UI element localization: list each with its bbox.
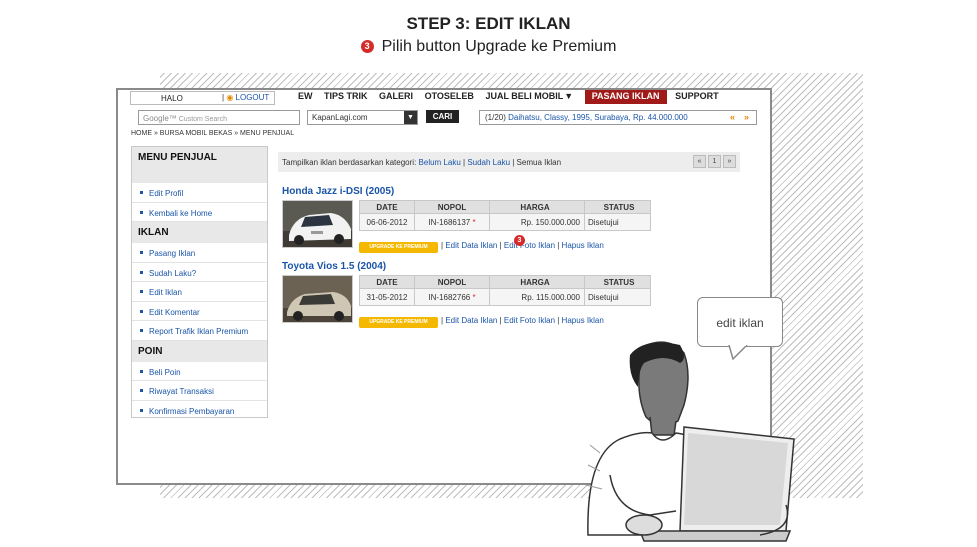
sidebar-item-konfirmasi-pembayaran[interactable]: Konfirmasi Pembayaran — [132, 401, 267, 421]
bullet-icon — [140, 309, 143, 313]
nav-item-galeri[interactable]: GALERI — [379, 91, 413, 101]
sidebar-item-edit-komentar[interactable]: Edit Komentar — [132, 302, 267, 321]
bullet-icon — [140, 251, 143, 254]
bullet-icon — [140, 369, 143, 373]
bullet-icon — [140, 270, 143, 274]
sidebar-heading-poin: POIN — [132, 340, 267, 362]
bullet-icon — [140, 290, 143, 293]
google-search-input[interactable]: Google™ Custom Search — [138, 110, 300, 125]
nav-item-pasang-iklan[interactable]: PASANG IKLAN — [584, 90, 667, 104]
sidebar-item-kembali-ke-home[interactable]: Kembali ke Home — [132, 203, 267, 222]
table-row: 31-05-2012 IN-1682766 * Rp. 115.000.000 … — [359, 288, 651, 306]
top-bar: HALO | ◉ LOGOUT EW TIPS TRIK GALERI OTOS… — [118, 90, 770, 106]
google-logo-icon: Google™ — [143, 114, 177, 123]
filter-semua-iklan[interactable]: Semua Iklan — [517, 158, 561, 167]
dropdown-arrow-icon: ▼ — [404, 111, 417, 124]
bullet-icon — [140, 389, 143, 392]
listing-table: DATE NOPOL HARGA STATUS 31-05-2012 IN-16… — [359, 275, 651, 306]
pager-page[interactable]: 1 — [708, 155, 721, 168]
sidebar-item-pasang-iklan[interactable]: Pasang Iklan — [132, 243, 267, 263]
car-photo-toyota-vios[interactable] — [282, 275, 353, 323]
listing-item: Toyota Vios 1.5 (2004) DATE NOPOL HARGA … — [282, 261, 682, 328]
site-select[interactable]: KapanLagi.com ▼ — [307, 110, 418, 125]
filter-bar: Tampilkan iklan berdasarkan kategori: Be… — [278, 152, 740, 172]
car-photo-honda-jazz[interactable] — [282, 200, 353, 248]
filter-belum-laku[interactable]: Belum Laku — [419, 158, 461, 167]
main-nav: EW TIPS TRIK GALERI OTOSELEB JUAL BELI M… — [298, 90, 728, 104]
step-instruction: 3 Pilih button Upgrade ke Premium — [0, 38, 977, 56]
edit-foto-iklan-link[interactable]: Edit Foto Iklan — [504, 316, 555, 325]
bullet-icon — [140, 191, 143, 194]
sidebar-item-riwayat-transaksi[interactable]: Riwayat Transaksi — [132, 381, 267, 401]
breadcrumb: HOME » BURSA MOBIL BEKAS » MENU PENJUAL — [131, 130, 295, 137]
search-button[interactable]: CARI — [426, 110, 459, 123]
table-row: 06-06-2012 IN-1686137 * Rp. 150.000.000 … — [359, 213, 651, 231]
bullet-icon — [140, 408, 143, 412]
bullet-icon — [140, 210, 143, 214]
nav-item-jual-beli-mobil[interactable]: JUAL BELI MOBIL▼ — [485, 91, 573, 101]
nav-item[interactable]: EW — [298, 91, 313, 101]
edit-data-iklan-link[interactable]: Edit Data Iklan — [445, 241, 497, 250]
sidebar-heading-menu-penjual: MENU PENJUAL — [132, 147, 267, 183]
listing-table: DATE NOPOL HARGA STATUS 06-06-2012 IN-16… — [359, 200, 651, 231]
edit-foto-iklan-link[interactable]: Edit Foto Iklan — [504, 241, 555, 250]
upgrade-premium-button[interactable]: UPGRADE KE PREMIUM — [359, 317, 438, 328]
logout-link[interactable]: | ◉ LOGOUT — [222, 93, 269, 102]
sidebar-item-edit-profil[interactable]: Edit Profil — [132, 183, 267, 203]
logout-icon: ◉ — [226, 93, 234, 102]
person-with-laptop-illustration — [585, 341, 795, 542]
nav-item-tips-trik[interactable]: TIPS TRIK — [324, 91, 368, 101]
bullet-icon — [140, 329, 143, 332]
upgrade-premium-button[interactable]: UPGRADE KE PREMIUM — [359, 242, 438, 253]
listing-title[interactable]: Toyota Vios 1.5 (2004) — [282, 261, 682, 272]
prev-arrow-icon[interactable]: « — [730, 112, 735, 122]
filter-sudah-laku[interactable]: Sudah Laku — [467, 158, 510, 167]
sidebar-item-beli-poin[interactable]: Beli Poin — [132, 362, 267, 381]
sidebar-item-sudah-laku[interactable]: Sudah Laku? — [132, 263, 267, 282]
edit-data-iklan-link[interactable]: Edit Data Iklan — [445, 316, 497, 325]
step-marker-badge: 3 — [514, 235, 525, 246]
listing-item: Honda Jazz i-DSI (2005) DATE NOPOL HARGA… — [282, 186, 682, 253]
pagination: «1» — [691, 155, 736, 168]
nav-item-support[interactable]: SUPPORT — [675, 91, 719, 101]
sidebar-item-report-trafik[interactable]: Report Trafik Iklan Premium — [132, 321, 267, 341]
instruction-text: Pilih button Upgrade ke Premium — [381, 38, 617, 55]
nav-item-otoseleb[interactable]: OTOSELEB — [425, 91, 474, 101]
hapus-iklan-link[interactable]: Hapus Iklan — [562, 241, 604, 250]
listing-title[interactable]: Honda Jazz i-DSI (2005) — [282, 186, 682, 197]
greeting-text: HALO — [161, 94, 183, 103]
listing-ticker[interactable]: (1/20) Daihatsu, Classy, 1995, Surabaya,… — [479, 110, 757, 125]
next-arrow-icon[interactable]: » — [744, 112, 749, 122]
sidebar-heading-iklan: IKLAN — [132, 222, 267, 243]
main-content: Tampilkan iklan berdasarkan kategori: Be… — [278, 152, 740, 172]
pager-next[interactable]: » — [723, 155, 736, 168]
search-bar: Google™ Custom Search KapanLagi.com ▼ CAR… — [118, 108, 770, 128]
pager-prev[interactable]: « — [693, 155, 706, 168]
seller-menu: MENU PENJUAL Edit Profil Kembali ke Home… — [131, 146, 268, 418]
caret-down-icon: ▼ — [564, 91, 574, 101]
sidebar-item-edit-iklan[interactable]: Edit Iklan — [132, 282, 267, 302]
step-title: STEP 3: EDIT IKLAN — [406, 14, 571, 33]
step-badge: 3 — [360, 40, 374, 53]
listing-actions: UPGRADE KE PREMIUM | Edit Data Iklan | Ed… — [359, 316, 604, 328]
listing-actions: UPGRADE KE PREMIUM 3 | Edit Data Iklan | E… — [359, 235, 604, 253]
hapus-iklan-link[interactable]: Hapus Iklan — [562, 316, 604, 325]
